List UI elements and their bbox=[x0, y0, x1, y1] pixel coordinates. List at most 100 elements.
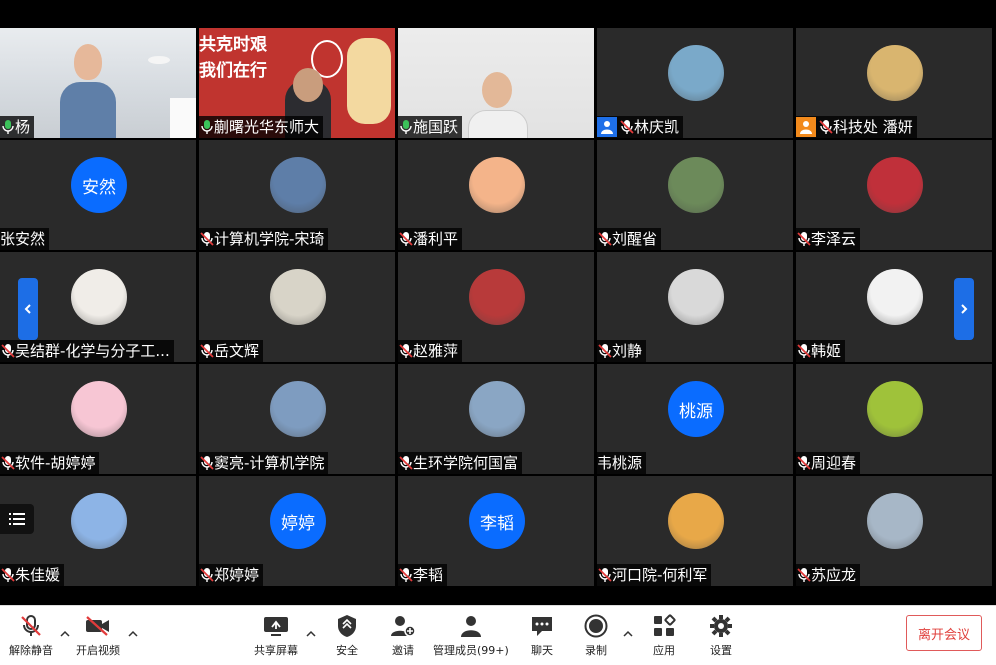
participant-tile[interactable]: 共克时艰 我们在行 蒯曙光华东师大 bbox=[199, 28, 395, 138]
chat-icon bbox=[528, 612, 556, 640]
settings-label: 设置 bbox=[710, 644, 732, 657]
next-page-button[interactable] bbox=[954, 278, 974, 340]
members-icon bbox=[457, 612, 485, 640]
participant-name: 林庆凯 bbox=[634, 118, 680, 136]
chat-button[interactable]: 聊天 bbox=[528, 612, 556, 658]
chevron-up-icon[interactable] bbox=[623, 629, 633, 639]
participant-name-bar: 朱佳媛 bbox=[0, 564, 65, 586]
participant-tile[interactable]: 苏应龙 bbox=[796, 476, 992, 586]
participant-name: 生环学院何国富 bbox=[413, 454, 519, 472]
participant-tile[interactable]: 科技处 潘妍 bbox=[796, 28, 992, 138]
participant-tile[interactable]: 安然 张安然 bbox=[0, 140, 196, 250]
participant-tile[interactable]: 刘醒省 bbox=[597, 140, 793, 250]
top-bar bbox=[0, 0, 996, 28]
participant-name-bar: 苏应龙 bbox=[796, 564, 861, 586]
participant-name-bar: 生环学院何国富 bbox=[398, 452, 523, 474]
participant-tile[interactable]: 婷婷 郑婷婷 bbox=[199, 476, 395, 586]
invite-button[interactable]: 邀请 bbox=[389, 612, 417, 658]
participant-name-bar: 施国跃 bbox=[398, 116, 463, 138]
chevron-left-icon bbox=[24, 304, 31, 314]
mic-muted-icon bbox=[819, 120, 833, 134]
leave-meeting-button[interactable]: 离开会议 bbox=[906, 615, 982, 651]
participant-tile[interactable]: 李韬 李韬 bbox=[398, 476, 594, 586]
avatar-initials: 安然 bbox=[82, 177, 116, 198]
mic-muted-icon bbox=[399, 344, 413, 358]
mic-muted-icon bbox=[797, 344, 811, 358]
participant-tile[interactable]: 桃源韦桃源 bbox=[597, 364, 793, 474]
avatar bbox=[469, 157, 525, 213]
host-user-icon bbox=[597, 117, 617, 137]
record-label: 录制 bbox=[585, 644, 607, 657]
participant-name-bar: 赵雅萍 bbox=[398, 340, 463, 362]
participant-name: 吴结群-化学与分子工... bbox=[15, 342, 170, 360]
host-user-icon bbox=[796, 117, 816, 137]
prev-page-button[interactable] bbox=[18, 278, 38, 340]
add-user-icon bbox=[389, 612, 417, 640]
participant-name: 李泽云 bbox=[811, 230, 857, 248]
mic-muted-icon bbox=[797, 456, 811, 470]
participant-tile[interactable]: 刘静 bbox=[597, 252, 793, 362]
participant-name-bar: 李韬 bbox=[398, 564, 448, 586]
share-screen-icon bbox=[262, 612, 290, 640]
chevron-up-icon[interactable] bbox=[60, 629, 70, 639]
mic-muted-icon bbox=[200, 568, 214, 582]
participant-tile[interactable]: 岳文辉 bbox=[199, 252, 395, 362]
participant-tile[interactable]: 生环学院何国富 bbox=[398, 364, 594, 474]
manage-members-label: 管理成员(99+) bbox=[433, 644, 509, 657]
participant-name: 计算机学院-宋琦 bbox=[214, 230, 325, 248]
participant-tile[interactable]: 李泽云 bbox=[796, 140, 992, 250]
participant-tile[interactable]: 潘利平 bbox=[398, 140, 594, 250]
mic-muted-icon bbox=[200, 456, 214, 470]
participant-tile[interactable]: 窦亮-计算机学院 bbox=[199, 364, 395, 474]
avatar: 安然 bbox=[71, 157, 127, 213]
avatar-initials: 桃源 bbox=[679, 401, 713, 422]
participant-tile[interactable]: 林庆凯 bbox=[597, 28, 793, 138]
mic-muted-icon bbox=[797, 232, 811, 246]
start-video-button[interactable]: 开启视频 bbox=[76, 612, 120, 658]
participant-name-bar: 韦桃源 bbox=[597, 452, 647, 474]
avatar bbox=[867, 493, 923, 549]
avatar bbox=[867, 157, 923, 213]
mic-icon bbox=[400, 120, 412, 134]
participant-list-button[interactable] bbox=[0, 504, 34, 534]
chevron-up-icon[interactable] bbox=[306, 629, 316, 639]
mic-muted-icon bbox=[620, 120, 634, 134]
mic-muted-icon bbox=[598, 568, 612, 582]
participant-tile[interactable]: 施国跃 bbox=[398, 28, 594, 138]
record-button[interactable]: 录制 bbox=[582, 612, 610, 658]
participant-tile[interactable]: 赵雅萍 bbox=[398, 252, 594, 362]
participant-tile[interactable]: 软件-胡婷婷 bbox=[0, 364, 196, 474]
avatar bbox=[270, 381, 326, 437]
apps-button[interactable]: 应用 bbox=[650, 612, 678, 658]
chat-label: 聊天 bbox=[531, 644, 553, 657]
mic-icon bbox=[201, 120, 213, 134]
avatar: 桃源 bbox=[668, 381, 724, 437]
video-off-icon bbox=[84, 612, 112, 640]
participant-tile[interactable]: 周迎春 bbox=[796, 364, 992, 474]
mic-muted-icon bbox=[598, 232, 612, 246]
unmute-button[interactable]: 解除静音 bbox=[9, 612, 53, 658]
mic-muted-icon bbox=[399, 568, 413, 582]
share-screen-label: 共享屏幕 bbox=[254, 644, 298, 657]
security-button[interactable]: 安全 bbox=[333, 612, 361, 658]
participant-tile[interactable]: 杨 bbox=[0, 28, 196, 138]
settings-button[interactable]: 设置 bbox=[707, 612, 735, 658]
share-screen-button[interactable]: 共享屏幕 bbox=[254, 612, 298, 658]
participant-name-bar: 岳文辉 bbox=[199, 340, 264, 362]
gear-icon bbox=[707, 612, 735, 640]
mic-muted-icon bbox=[399, 456, 413, 470]
participant-tile[interactable]: 计算机学院-宋琦 bbox=[199, 140, 395, 250]
participant-tile[interactable]: 河口院-何利军 bbox=[597, 476, 793, 586]
participant-name: 蒯曙光华东师大 bbox=[214, 118, 320, 136]
manage-members-button[interactable]: 管理成员(99+) bbox=[433, 612, 509, 658]
avatar bbox=[668, 157, 724, 213]
participant-name: 科技处 潘妍 bbox=[833, 118, 913, 136]
participant-name: 周迎春 bbox=[811, 454, 857, 472]
participant-name: 杨 bbox=[15, 118, 31, 136]
chevron-up-icon[interactable] bbox=[128, 629, 138, 639]
participant-name-bar: 周迎春 bbox=[796, 452, 861, 474]
participant-name: 刘静 bbox=[612, 342, 643, 360]
participant-name: 软件-胡婷婷 bbox=[15, 454, 96, 472]
participant-name-bar: 林庆凯 bbox=[597, 116, 684, 138]
avatar bbox=[469, 269, 525, 325]
